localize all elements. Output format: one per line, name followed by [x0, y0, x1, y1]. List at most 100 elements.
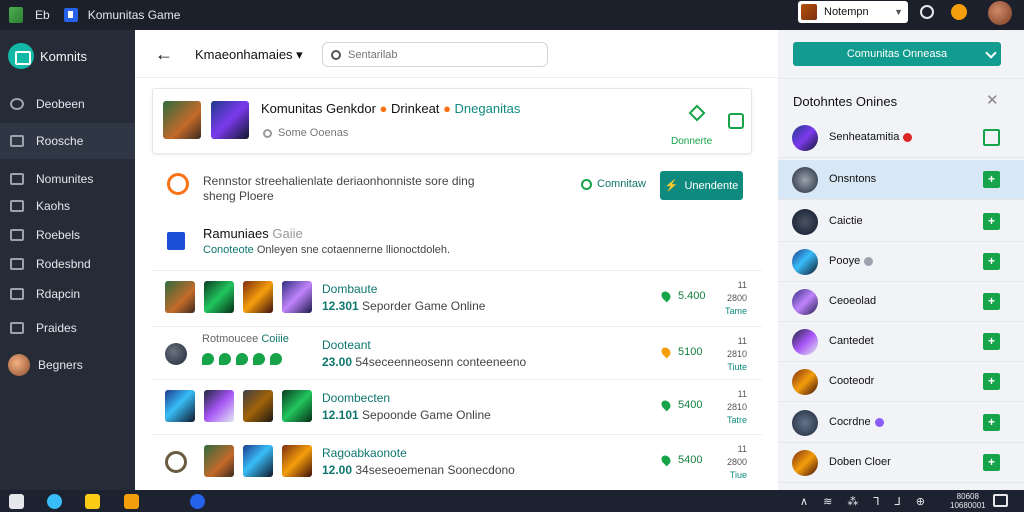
community-dropdown[interactable]: Comunitas Onneasa	[793, 42, 1001, 66]
row-price: 5400	[659, 453, 702, 467]
page-title[interactable]: Kmaeonhamaies ▾	[195, 47, 303, 63]
game-avatar	[165, 343, 187, 365]
friend-item[interactable]: Doben Cloer +	[778, 443, 1024, 483]
sidebar: Komnits Deobeen Roosche Nomunites Kaohs …	[0, 30, 135, 490]
main-content: ← Kmaeonhamaies ▾ Komunitas Genkdor ● Dr…	[135, 30, 778, 490]
gem-icon	[659, 345, 673, 359]
row-name[interactable]: Dooteant	[322, 338, 371, 352]
user-avatar	[792, 289, 818, 315]
featured-community-card[interactable]: Komunitas Genkdor ● Drinkeat ● Dneganita…	[152, 88, 752, 154]
add-friend-button[interactable]: +	[983, 293, 1000, 310]
fire-icon: ●	[379, 101, 388, 116]
row-price: 5100	[659, 345, 702, 359]
search-input[interactable]	[348, 48, 528, 61]
friend-item[interactable]: Ceoeolad +	[778, 282, 1024, 322]
user-dropdown[interactable]: Notempn ▼	[798, 1, 908, 23]
chevron-down-icon: ▼	[894, 7, 903, 17]
notifications-icon[interactable]	[993, 494, 1008, 507]
row-name[interactable]: Dombaute	[322, 282, 377, 296]
clover-icons	[202, 353, 282, 365]
windows-start-icon[interactable]	[9, 494, 24, 509]
list-item[interactable]: Ragoabkaonote 12.00 34seseoemenan Soonec…	[152, 434, 762, 490]
friend-item[interactable]: Caictie +	[778, 202, 1024, 242]
friend-name: Pooye	[829, 255, 874, 267]
sidebar-item-label: Roebels	[36, 228, 81, 242]
browser-icon[interactable]	[47, 494, 62, 509]
game-thumbnail	[243, 445, 273, 477]
add-friend-button[interactable]: +	[983, 171, 1000, 188]
section-icon	[167, 232, 185, 250]
app-icon[interactable]	[190, 494, 205, 509]
share-icon[interactable]	[728, 113, 744, 129]
add-friend-button[interactable]: +	[983, 373, 1000, 390]
friend-name: Ceoeolad	[829, 295, 877, 307]
friend-name: Senheatamitia	[829, 131, 913, 143]
clock[interactable]: 80608 10680001	[950, 492, 986, 510]
friend-item[interactable]: Cocrdne +	[778, 403, 1024, 443]
friend-item[interactable]: Pooye +	[778, 242, 1024, 282]
search-box[interactable]	[322, 42, 548, 67]
app-logo-icon	[9, 7, 23, 23]
chevron-down-icon	[985, 47, 997, 59]
row-meta: 11 2800 Tiue	[726, 444, 747, 480]
notice-link[interactable]: Comnitaw	[581, 178, 646, 190]
friend-item[interactable]: Cantedet +	[778, 322, 1024, 362]
sidebar-item-8[interactable]: Praides	[0, 310, 135, 346]
list-item[interactable]: Rotmoucee Coiiie Dooteant 23.00 54seceen…	[152, 326, 762, 382]
sidebar-item-label: Rdapcin	[36, 287, 81, 301]
list-item[interactable]: Dombaute 12.301 Seporder Game Online 5.4…	[152, 270, 762, 326]
row-meta: 11 2810 Tatre	[726, 389, 747, 425]
user-avatar	[792, 167, 818, 193]
add-friend-button[interactable]: +	[983, 253, 1000, 270]
sidebar-item-label: Rodesbnd	[36, 257, 91, 271]
row-left-label: Rotmoucee Coiiie	[202, 333, 289, 345]
close-icon[interactable]: ✕	[986, 91, 999, 109]
status-badge	[874, 417, 884, 427]
profile-avatar[interactable]	[988, 1, 1012, 25]
game-thumbnail	[243, 281, 273, 313]
clover-icon	[236, 353, 248, 365]
sidebar-item-9[interactable]: Begners	[0, 347, 135, 383]
bookmark-icon	[10, 173, 24, 185]
search-icon	[331, 49, 341, 60]
wrench-icon	[10, 288, 24, 300]
calendar-icon	[10, 229, 24, 241]
system-tray[interactable]: ∧ ≋ ⁂ ⅂ ⅃ ⊕	[800, 495, 931, 508]
window-title: Komunitas Game	[87, 8, 181, 22]
add-friend-button[interactable]: +	[983, 414, 1000, 431]
friend-item[interactable]: Senheatamitia	[778, 118, 1024, 158]
check-icon[interactable]	[983, 129, 1000, 146]
back-arrow-icon[interactable]: ←	[155, 44, 173, 65]
row-name[interactable]: Ragoabkaonote	[322, 446, 407, 460]
game-thumbnail	[165, 390, 195, 422]
coin-icon[interactable]	[951, 4, 967, 20]
primary-action-button[interactable]: ⚡ Unendente	[660, 171, 743, 200]
clover-icon	[202, 353, 214, 365]
sidebar-item-2[interactable]: Roosche	[0, 123, 135, 159]
chat-icon	[10, 258, 24, 270]
friend-item[interactable]: Cooteodr +	[778, 362, 1024, 402]
panel-title: Dotohntes Onines	[793, 94, 898, 109]
add-friend-button[interactable]: +	[983, 454, 1000, 471]
row-name[interactable]: Doombecten	[322, 391, 390, 405]
row-subtitle: 12.101 Sepoonde Game Online	[322, 408, 491, 422]
store-icon[interactable]	[124, 494, 139, 509]
folder-icon[interactable]	[85, 494, 100, 509]
row-subtitle: 12.301 Seporder Game Online	[322, 299, 486, 313]
sidebar-item-1[interactable]: Deobeen	[0, 86, 135, 122]
game-thumbnail	[163, 101, 201, 139]
add-friend-button[interactable]: +	[983, 213, 1000, 230]
refresh-icon	[581, 178, 592, 190]
notice-text: Rennstor streehalienlate deriaonhonniste…	[203, 174, 475, 203]
friend-item[interactable]: Onsntons +	[778, 160, 1024, 200]
sidebar-brand[interactable]: Komnits	[0, 30, 135, 82]
list-item[interactable]: Doombecten 12.101 Sepoonde Game Online 5…	[152, 379, 762, 435]
os-taskbar: ∧ ≋ ⁂ ⅂ ⅃ ⊕ 80608 10680001	[0, 490, 1024, 512]
user-avatar	[792, 125, 818, 151]
brand-label: Komnits	[40, 48, 87, 64]
add-friend-button[interactable]: +	[983, 333, 1000, 350]
gift-icon	[10, 322, 24, 334]
game-thumbnail	[204, 445, 234, 477]
settings-icon[interactable]	[920, 5, 934, 19]
sidebar-item-7[interactable]: Rdapcin	[0, 276, 135, 312]
